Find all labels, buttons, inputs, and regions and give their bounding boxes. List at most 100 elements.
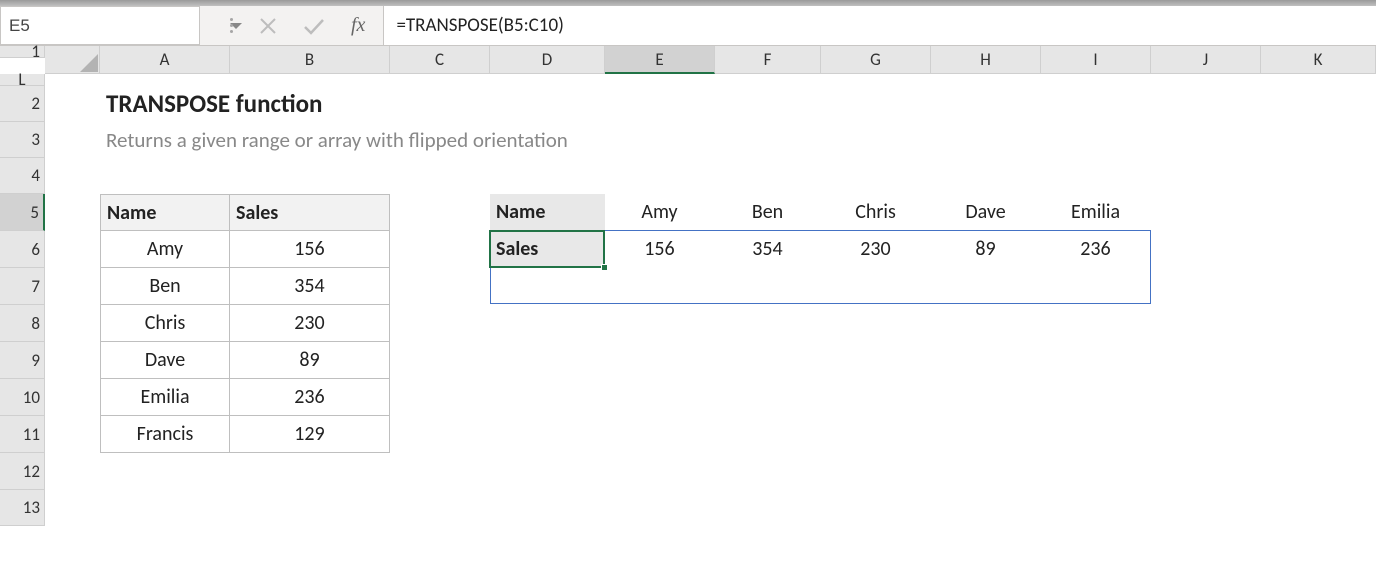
column-header[interactable]: A: [100, 46, 230, 74]
cell[interactable]: [1151, 122, 1261, 158]
cell[interactable]: [490, 86, 605, 122]
cell[interactable]: [605, 305, 715, 342]
cell[interactable]: 89: [230, 342, 390, 379]
cell[interactable]: Ben: [715, 194, 821, 231]
cell[interactable]: [45, 268, 100, 305]
cell[interactable]: Name: [100, 194, 230, 231]
cell[interactable]: Emilia: [100, 379, 230, 416]
cell[interactable]: [45, 342, 100, 379]
cell[interactable]: [45, 194, 100, 231]
cell[interactable]: [1151, 268, 1261, 305]
cell[interactable]: [390, 342, 490, 379]
cell[interactable]: [1261, 342, 1376, 379]
cell[interactable]: [45, 86, 100, 122]
row-header[interactable]: 5: [0, 194, 45, 231]
column-header[interactable]: I: [1041, 46, 1151, 74]
cell[interactable]: [390, 86, 490, 122]
cell[interactable]: [390, 268, 490, 305]
cell[interactable]: [931, 416, 1041, 453]
cell[interactable]: Amy: [100, 231, 230, 268]
cell[interactable]: [931, 74, 1041, 86]
cell[interactable]: [1041, 490, 1151, 526]
row-header[interactable]: 13: [0, 490, 45, 526]
cell[interactable]: [390, 416, 490, 453]
column-header[interactable]: G: [821, 46, 931, 74]
cell[interactable]: 236: [230, 379, 390, 416]
cell[interactable]: Dave: [931, 194, 1041, 231]
column-header[interactable]: D: [490, 46, 605, 74]
cell[interactable]: [715, 268, 821, 305]
row-header[interactable]: 1: [0, 46, 45, 58]
row-header[interactable]: 9: [0, 342, 45, 379]
cell[interactable]: [1041, 342, 1151, 379]
cell[interactable]: [1151, 490, 1261, 526]
cell[interactable]: [605, 158, 715, 194]
cell[interactable]: [1261, 490, 1376, 526]
cell[interactable]: Ben: [100, 268, 230, 305]
cell[interactable]: [821, 158, 931, 194]
cell[interactable]: [1041, 305, 1151, 342]
cell[interactable]: [715, 453, 821, 490]
cell[interactable]: [1041, 379, 1151, 416]
cell[interactable]: [490, 490, 605, 526]
cell[interactable]: [931, 453, 1041, 490]
cell[interactable]: [715, 86, 821, 122]
select-all-corner[interactable]: [45, 46, 100, 74]
cell[interactable]: Sales: [230, 194, 390, 231]
cell[interactable]: 156: [230, 231, 390, 268]
cell[interactable]: [390, 305, 490, 342]
cell[interactable]: [1151, 74, 1261, 86]
cell[interactable]: [1151, 158, 1261, 194]
cell[interactable]: [45, 122, 100, 158]
cell[interactable]: [605, 490, 715, 526]
cell[interactable]: [490, 342, 605, 379]
row-header[interactable]: 7: [0, 268, 45, 305]
cell[interactable]: [821, 122, 931, 158]
cancel-icon[interactable]: [259, 17, 277, 35]
cell[interactable]: [715, 158, 821, 194]
column-header[interactable]: K: [1261, 46, 1376, 74]
cell[interactable]: [821, 379, 931, 416]
cell[interactable]: [390, 194, 490, 231]
column-header[interactable]: F: [715, 46, 821, 74]
cell[interactable]: [715, 416, 821, 453]
cell[interactable]: [1041, 158, 1151, 194]
cell[interactable]: [715, 379, 821, 416]
cell[interactable]: [230, 158, 390, 194]
cell[interactable]: [490, 268, 605, 305]
cell[interactable]: [821, 490, 931, 526]
cell[interactable]: [1261, 268, 1376, 305]
cell[interactable]: [1261, 305, 1376, 342]
cell[interactable]: [390, 74, 490, 86]
cell[interactable]: Dave: [100, 342, 230, 379]
cell[interactable]: [45, 74, 100, 86]
cell[interactable]: [1151, 416, 1261, 453]
row-header[interactable]: 12: [0, 453, 45, 490]
row-header[interactable]: 4: [0, 158, 45, 194]
cell[interactable]: [1261, 416, 1376, 453]
cell[interactable]: [100, 74, 230, 86]
column-header[interactable]: J: [1151, 46, 1261, 74]
cell[interactable]: [1261, 158, 1376, 194]
cell[interactable]: [100, 453, 230, 490]
cell[interactable]: [230, 490, 390, 526]
column-header[interactable]: B: [230, 46, 390, 74]
row-header[interactable]: 3: [0, 122, 45, 158]
cell[interactable]: Sales: [490, 231, 605, 268]
cell[interactable]: [821, 86, 931, 122]
cell[interactable]: [490, 453, 605, 490]
cell[interactable]: [821, 453, 931, 490]
cell[interactable]: 89: [931, 231, 1041, 268]
enter-icon[interactable]: [303, 17, 325, 35]
cell[interactable]: [931, 86, 1041, 122]
cell[interactable]: [821, 268, 931, 305]
cell[interactable]: [230, 453, 390, 490]
cell[interactable]: [100, 158, 230, 194]
cell[interactable]: [1261, 231, 1376, 268]
cell[interactable]: [605, 379, 715, 416]
cell[interactable]: [1151, 194, 1261, 231]
worksheet-grid[interactable]: ABCDEFGHIJKL12TRANSPOSE function3Returns…: [0, 46, 1376, 526]
cell[interactable]: [931, 490, 1041, 526]
cell[interactable]: Chris: [100, 305, 230, 342]
cell[interactable]: [605, 122, 715, 158]
